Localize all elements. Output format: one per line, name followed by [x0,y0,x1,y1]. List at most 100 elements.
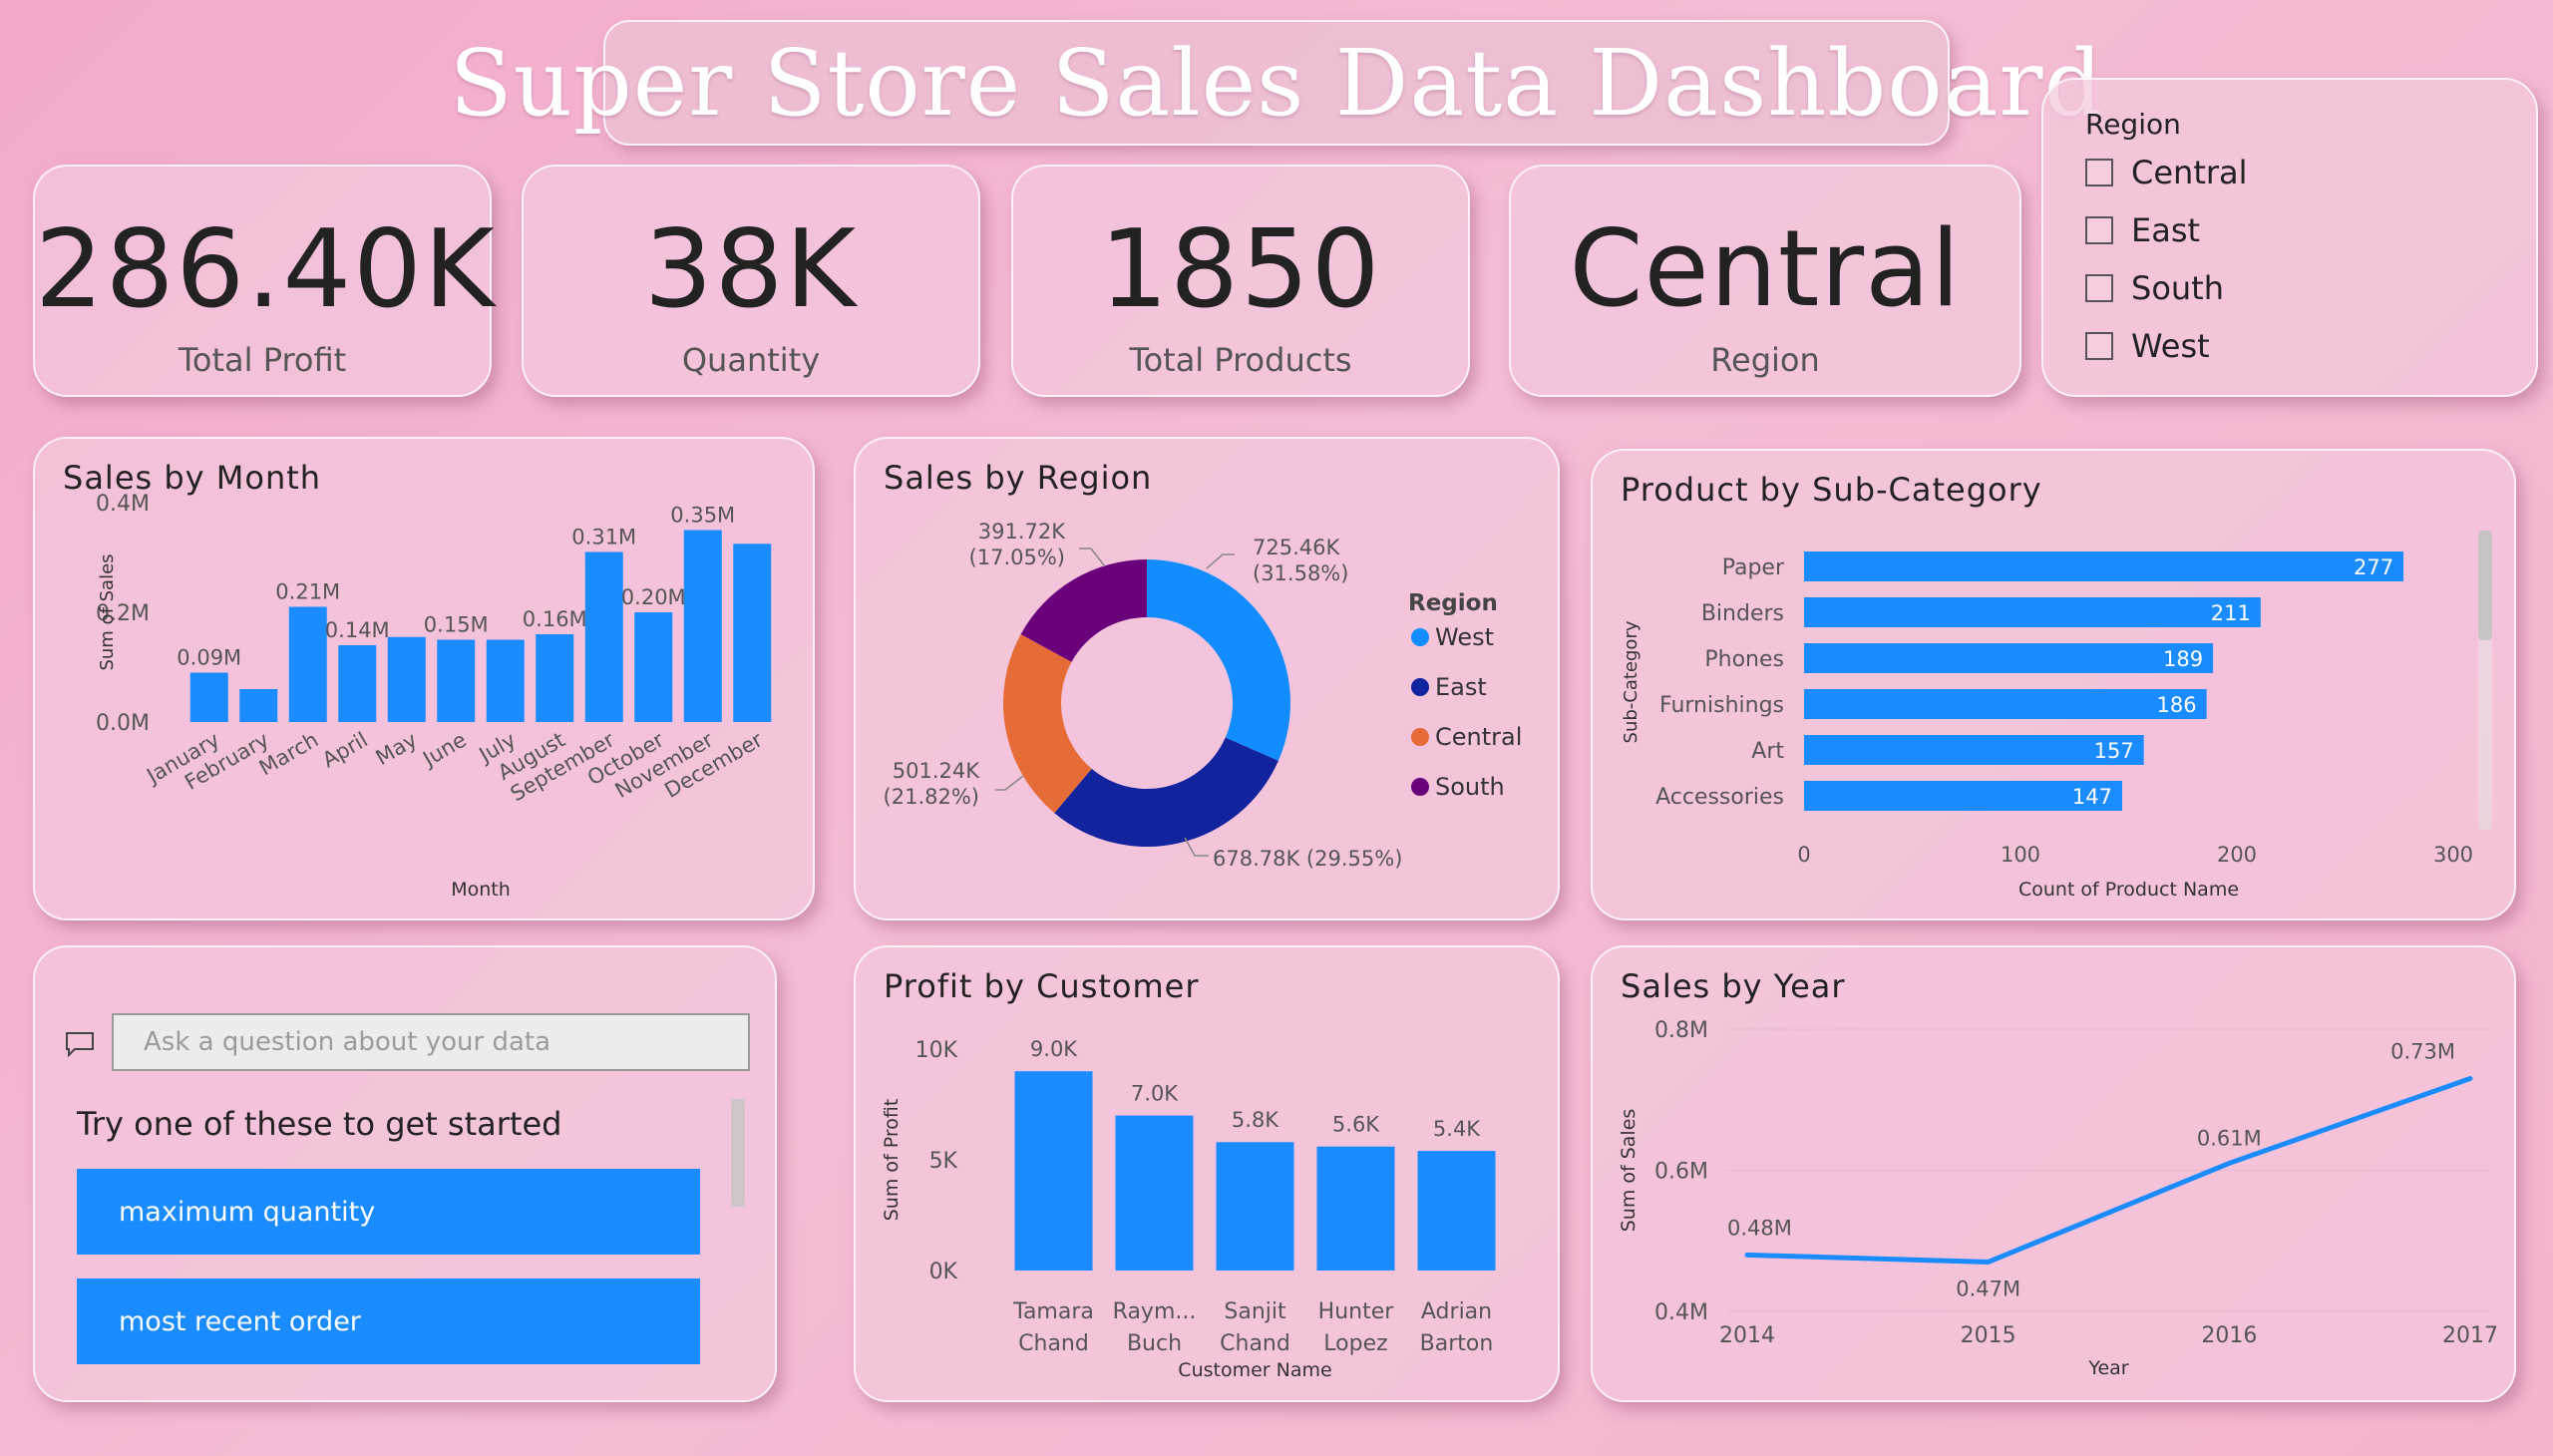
sales-by-month-chart: 0.0M0.2M0.4MSum of Sales 0.09MJanuaryFebr… [96,492,772,901]
x-axis-label: Count of Product Name [2018,879,2239,901]
kpi-region-label: Region [1710,341,1820,379]
x-tick-label: 2015 [1961,1323,2016,1348]
y-tick-label: Art [1751,739,1784,764]
data-label: 189 [2163,647,2203,671]
leader-line [995,775,1024,791]
kpi-total-products-label: Total Products [1129,341,1352,379]
bar [239,689,278,722]
bar [437,639,476,722]
x-tick-label: 2016 [2201,1323,2257,1348]
bar [1316,1146,1395,1271]
bar [1804,735,2144,765]
legend-title: Region [1408,590,1498,616]
bar [387,636,426,722]
qa-placeholder: Ask a question about your data [144,1027,551,1057]
slice-percent: (21.82%) [884,785,979,809]
x-tick-label: 2017 [2442,1323,2498,1348]
kpi-total-products-value: 1850 [1099,207,1382,332]
qa-card: Ask a question about your data Try one o… [33,945,777,1402]
data-label: 0.14M [325,618,390,642]
x-tick-label: Chand [1220,1331,1290,1356]
slicer-item-west[interactable]: West [2085,327,2210,365]
sales-by-month-card[interactable]: Sales by Month 0.0M 0.2M 0.4M Sum of Sales 0… [33,437,815,920]
scrollbar-thumb[interactable] [2478,531,2492,640]
x-axis-label: Year [2087,1357,2128,1379]
slicer-item-east[interactable]: East [2085,211,2200,249]
bar [1804,643,2214,673]
slicer-item-central[interactable]: Central [2085,154,2248,191]
sales-by-region-chart: 725.46K(31.58%) 678.78K (29.55%) 501.24K(2… [884,520,1523,871]
slice-label: 391.72K [978,520,1066,544]
qa-scrollbar[interactable] [731,1099,745,1207]
legend-label: Central [1435,723,1522,751]
data-label: 277 [2354,555,2393,579]
qa-question-input[interactable]: Ask a question about your data [112,1013,750,1071]
donut-slice [1147,559,1290,761]
slicer-item-label: Central [2131,154,2248,191]
slice-percent: (17.05%) [969,546,1065,569]
data-label: 0.15M [424,613,489,637]
data-label: 147 [2072,785,2112,809]
legend-marker [1411,778,1429,796]
dashboard-title-card: Super Store Sales Data Dashboard [450,20,2102,146]
kpi-region-value: Central [1569,207,1962,330]
x-tick-label: Buch [1127,1331,1182,1356]
data-label: 0.47M [1956,1276,2020,1300]
data-label: 0.35M [670,504,735,528]
bar [1216,1142,1294,1271]
donut-slice [1054,737,1278,847]
x-tick-label: 0 [1797,843,1810,867]
x-tick-label: 100 [2001,843,2040,867]
suggestion-maximum-quantity-button[interactable]: maximum quantity [77,1169,700,1255]
data-label: 9.0K [1030,1037,1078,1061]
bar [288,606,327,722]
legend-marker [1411,728,1429,746]
sales-by-year-card[interactable]: Sales by Year 0.4M 0.6M 0.8M Sum of Sales 0.… [1591,945,2516,1402]
x-tick-label: Raym... [1113,1299,1197,1324]
product-by-subcategory-card[interactable]: Product by Sub-Category 277 Paper 211 Binde… [1591,449,2516,920]
kpi-region-card[interactable]: Central Region [1509,165,2021,397]
kpi-quantity-value: 38K [643,207,859,332]
x-axis-label: Month [451,879,511,901]
checkbox-west[interactable] [2085,332,2113,360]
profit-by-customer-card[interactable]: Profit by Customer 0K 5K 10K Sum of Profit 9… [854,945,1560,1402]
vertical-scrollbar[interactable] [2478,531,2492,830]
data-label: 5.4K [1433,1117,1481,1141]
slice-label: 501.24K [893,759,980,783]
checkbox-south[interactable] [2085,274,2113,302]
y-axis-label: Sum of Sales [97,553,118,670]
sales-by-region-card[interactable]: Sales by Region 725.46K (31.58%) 678.78K (… [854,437,1560,920]
bar [683,530,722,722]
x-tick-label: Barton [1420,1331,1494,1356]
x-tick-label: May [372,728,422,770]
kpi-quantity-card[interactable]: 38K Quantity [522,165,980,397]
bar [634,612,673,722]
kpi-total-products-card[interactable]: 1850 Total Products [1011,165,1470,397]
data-label: 0.09M [177,646,241,670]
region-slicer: Region Central East South West [2041,78,2538,397]
y-tick-label: 5K [929,1149,958,1174]
suggestion-most-recent-order-button[interactable]: most recent order [77,1278,700,1364]
y-tick-label: 0.8M [1654,1018,1708,1043]
data-label: 5.8K [1232,1108,1279,1132]
bar [338,645,377,722]
data-label: 211 [2211,601,2251,625]
sales-by-year-chart: 0.4M 0.6M 0.8M Sum of Sales 0.48M 2014 0.47M 20… [1618,1018,2498,1379]
checkbox-east[interactable] [2085,216,2113,244]
kpi-total-profit-value: 286.40K [35,207,497,332]
x-tick-label: Sanjit [1224,1299,1286,1324]
slice-label: 678.78K (29.55%) [1213,847,1402,871]
kpi-total-profit-card[interactable]: 286.40K Total Profit [33,165,497,397]
checkbox-central[interactable] [2085,159,2113,186]
x-axis-label: Customer Name [1178,1359,1331,1381]
legend-label: West [1435,623,1494,651]
legend-marker [1411,678,1429,696]
kpi-total-profit-label: Total Profit [178,341,347,379]
y-tick-label: Paper [1722,555,1785,580]
profit-by-customer-chart: 0K 5K 10K Sum of Profit 9.0K Tamara Chand 7.0K R… [881,1037,1496,1381]
slicer-item-south[interactable]: South [2085,269,2224,307]
leader-line [1206,553,1235,569]
qa-hint-text: Try one of these to get started [77,1105,562,1143]
product-by-subcategory-chart: 277 Paper 211 Binders 189 Phones 186 Furnishing… [1621,551,2473,901]
data-label: 0.73M [2390,1040,2455,1064]
